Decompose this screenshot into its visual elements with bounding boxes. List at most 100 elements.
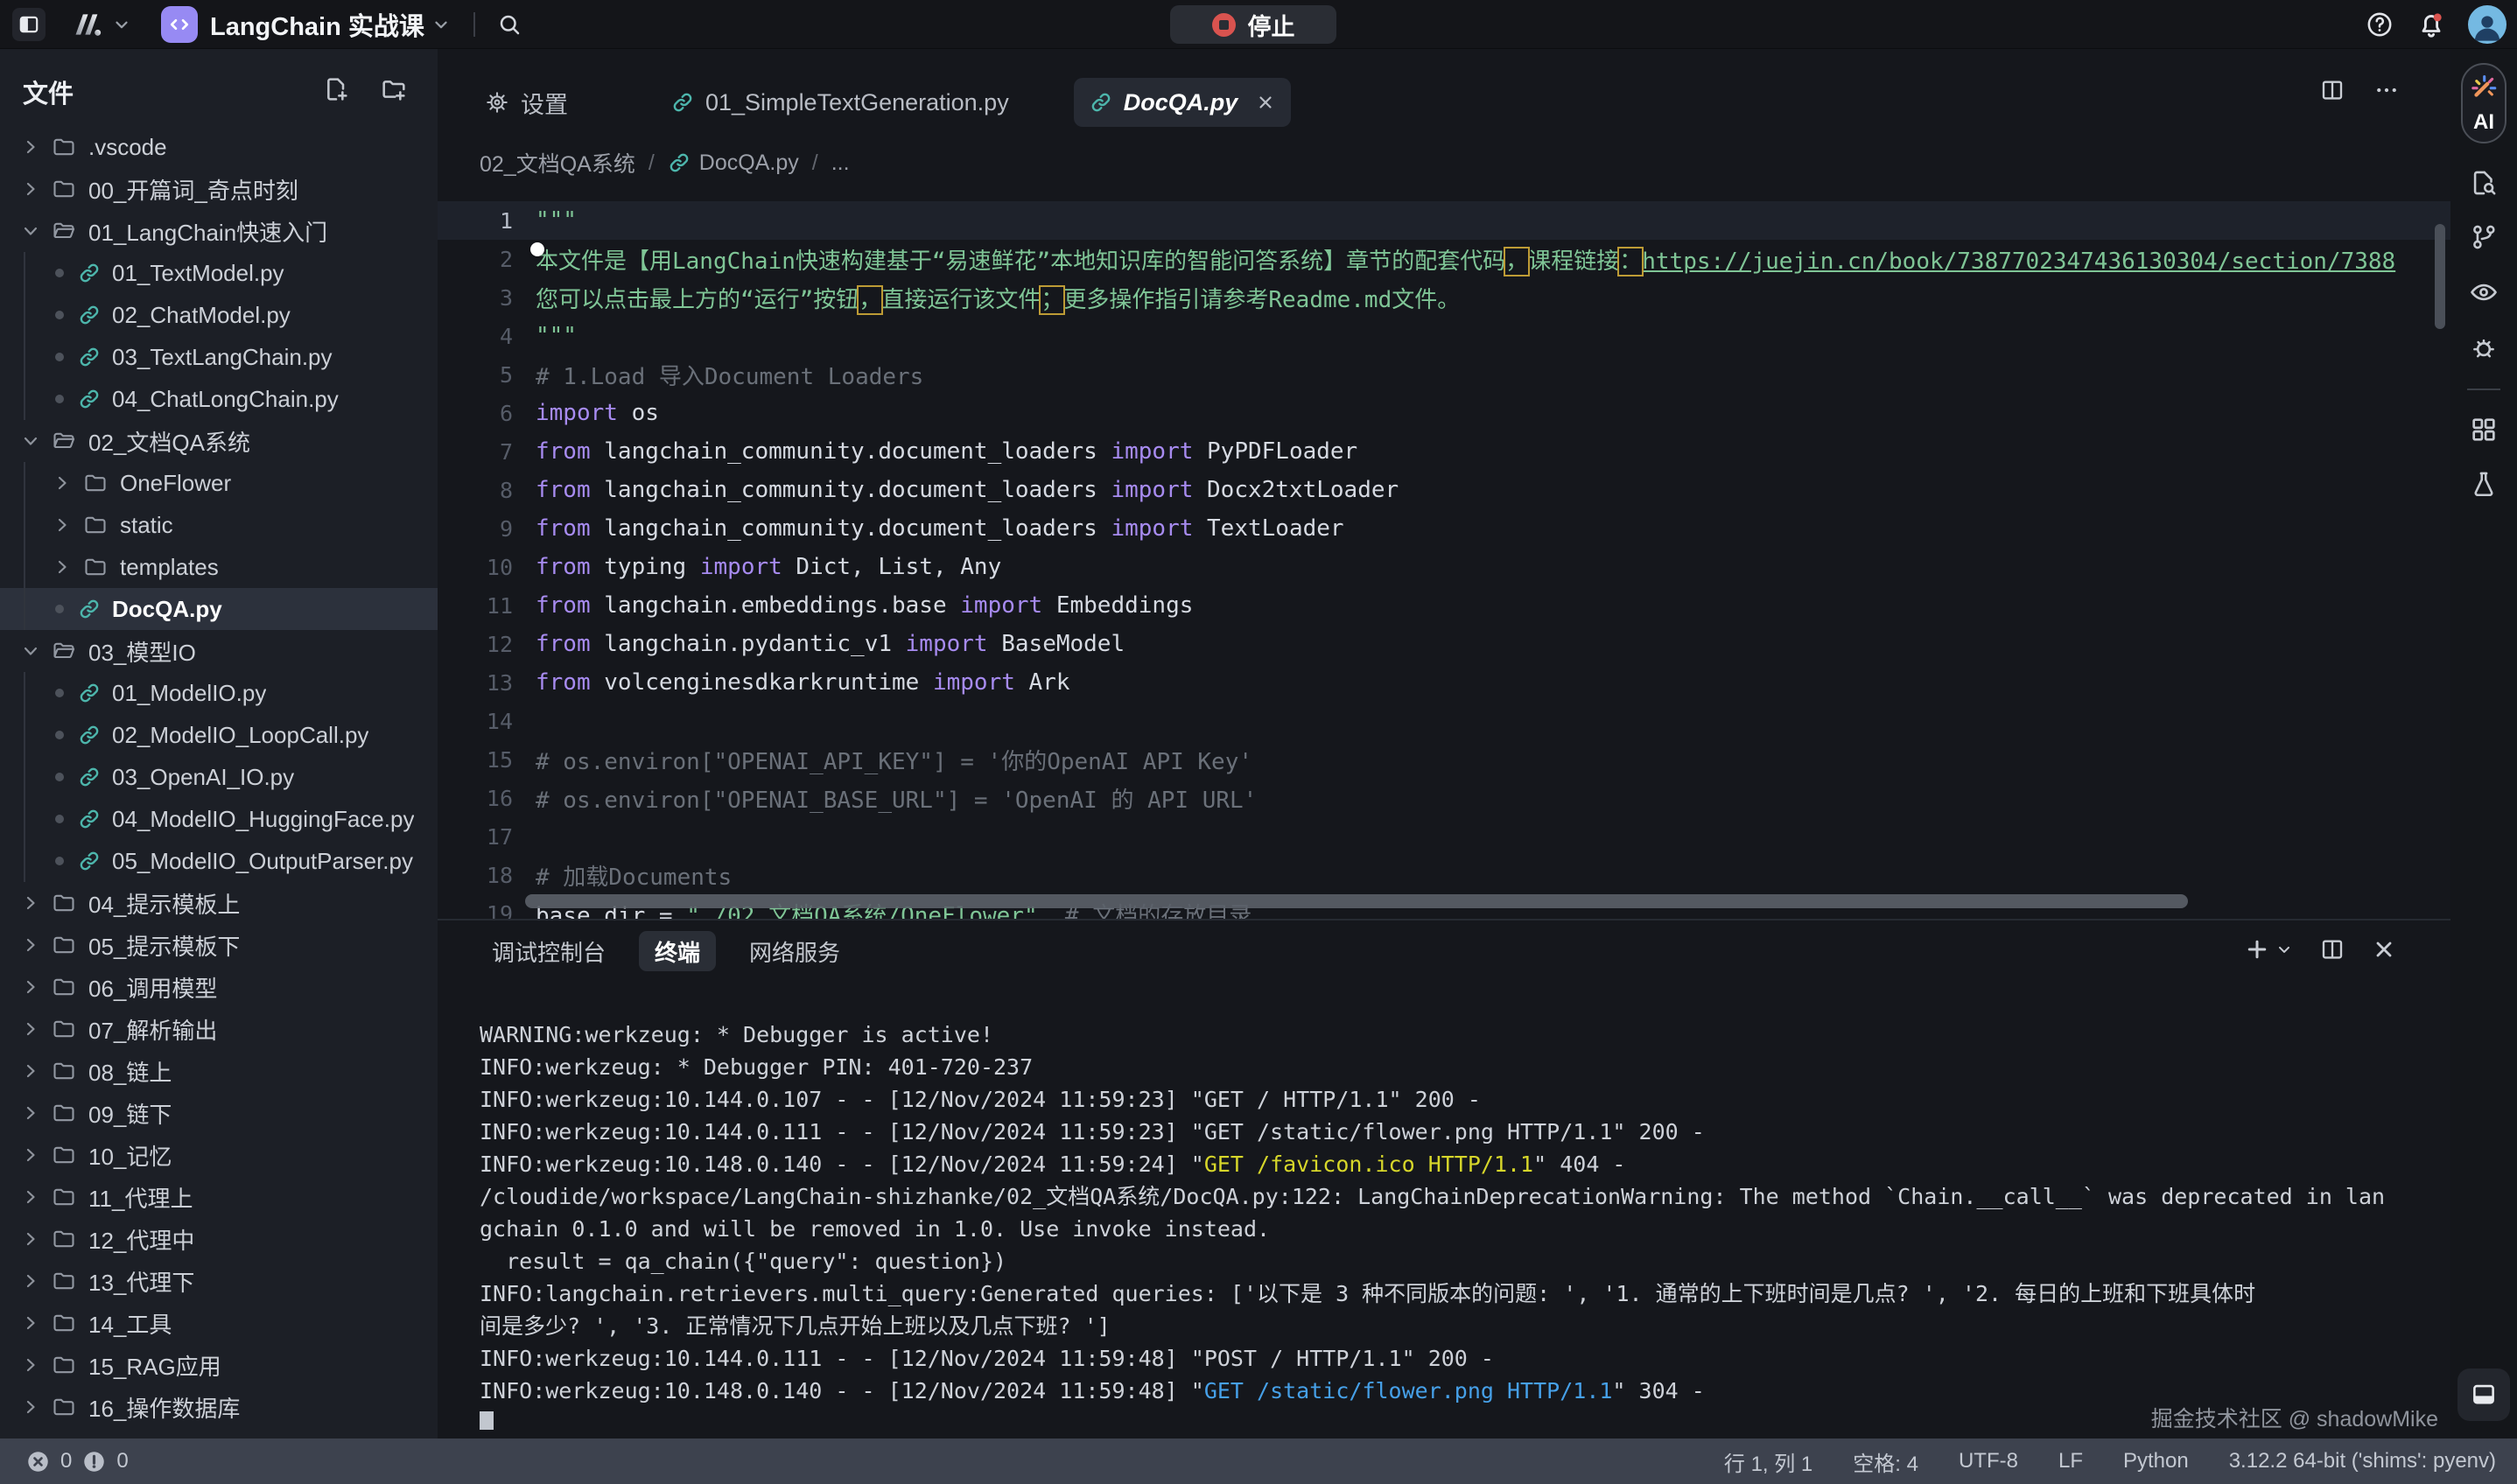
user-avatar[interactable] [2468,5,2506,44]
tree-item[interactable]: templates [0,546,438,588]
tree-item[interactable]: 05_ModelIO_OutputParser.py [0,840,438,882]
tree-item[interactable]: 04_提示模板上 [0,882,438,924]
tree-item[interactable]: static [0,504,438,546]
tree-item[interactable]: 01_TextModel.py [0,252,438,294]
statusbar-item[interactable]: 3.12.2 64-bit ('shims': pyenv) [2229,1449,2496,1474]
notifications-bell-icon[interactable] [2415,9,2447,40]
tree-item[interactable]: 05_提示模板下 [0,924,438,966]
gear-icon [485,90,509,115]
statusbar-item[interactable]: 行 1, 列 1 [1724,1446,1812,1477]
tree-item[interactable]: 04_ChatLongChain.py [0,378,438,420]
split-editor-icon[interactable] [2319,77,2345,103]
file-explorer-sidebar: 文件 .vscode00_开篇词_奇点时刻01_LangChain快速入门01_… [0,49,438,1438]
code-line: 11from langchain.embeddings.base import … [438,586,2450,625]
breadcrumb-item[interactable]: ... [831,150,850,176]
tree-item[interactable]: 01_LangChain快速入门 [0,210,438,252]
tree-item[interactable]: OneFlower [0,462,438,504]
panel-tab[interactable]: 调试控制台 [476,931,621,971]
tree-item[interactable]: 03_模型IO [0,630,438,672]
tree-item[interactable]: 09_链下 [0,1092,438,1134]
stop-button-label: 停止 [1248,8,1295,42]
preview-eye-icon[interactable] [2468,276,2499,308]
breadcrumb-item[interactable]: 02_文档QA系统 [480,147,635,178]
terminal-output[interactable]: WARNING:werkzeug: * Debugger is active!I… [480,1018,2435,1430]
errors-count: 0 [60,1449,72,1474]
tree-item[interactable]: 06_调用模型 [0,966,438,1008]
tree-item[interactable]: .vscode [0,126,438,168]
tree-item[interactable]: DocQA.py [0,588,438,630]
tree-item[interactable]: 13_代理下 [0,1260,438,1302]
new-file-icon[interactable] [322,75,350,103]
editor-region: 设置 01_SimpleTextGeneration.py DocQA.py 02_… [438,49,2450,1438]
workspace-code-icon[interactable] [161,6,198,43]
tree-item[interactable]: 10_记忆 [0,1134,438,1176]
panel-tab[interactable]: 终端 [639,931,716,971]
problems-summary[interactable]: 0 0 [26,1438,129,1484]
split-terminal-icon[interactable] [2319,936,2345,962]
tree-item[interactable]: 02_文档QA系统 [0,420,438,462]
workspace-chevron-down-icon[interactable] [431,15,451,34]
sidebar-toggle-icon[interactable] [12,8,46,41]
git-branch-icon[interactable] [2469,222,2499,252]
help-icon[interactable] [2365,10,2394,39]
tab-label: DocQA.py [1124,89,1238,116]
chevron-right-icon [19,1396,42,1418]
lab-flask-icon[interactable] [2469,469,2499,499]
ai-assistant-button[interactable]: AI [2461,63,2506,144]
git-status-dot [55,605,64,613]
new-terminal-button[interactable] [2244,936,2293,962]
more-actions-icon[interactable] [2373,77,2400,103]
tree-item[interactable]: 14_工具 [0,1302,438,1344]
vertical-scrollbar[interactable] [2435,224,2445,329]
extensions-grid-icon[interactable] [2469,415,2499,444]
tree-item[interactable]: 03_TextLangChain.py [0,336,438,378]
editor-tab[interactable]: 01_SimpleTextGeneration.py [656,78,1025,127]
folder-icon [51,890,77,916]
search-icon[interactable] [496,11,522,38]
python-file-icon [77,766,101,789]
tree-item[interactable]: 08_链上 [0,1050,438,1092]
breadcrumb-item[interactable]: DocQA.py [668,150,799,176]
statusbar-item[interactable]: Python [2123,1449,2189,1474]
line-number: 16 [438,786,513,811]
tree-item[interactable]: 15_RAG应用 [0,1344,438,1386]
toggle-bottom-panel-button[interactable] [2457,1368,2510,1421]
folder-icon [51,1100,77,1126]
tree-item[interactable]: 02_ChatModel.py [0,294,438,336]
tree-item[interactable]: 03_OpenAI_IO.py [0,756,438,798]
tree-item[interactable]: 07_解析输出 [0,1008,438,1050]
statusbar-item[interactable]: 空格: 4 [1853,1446,1918,1477]
statusbar-item[interactable]: LF [2058,1449,2083,1474]
remote-cursor [530,242,544,256]
line-number: 19 [438,901,513,920]
tree-item[interactable]: 02_ModelIO_LoopCall.py [0,714,438,756]
tree-item[interactable]: 11_代理上 [0,1176,438,1218]
product-logo-icon[interactable] [68,6,105,43]
logo-chevron-down-icon[interactable] [112,15,131,34]
workspace-title[interactable]: LangChain 实战课 [210,6,424,43]
tree-item-label: static [120,512,173,539]
debug-bug-icon[interactable] [2469,332,2499,362]
git-status-dot [55,311,64,319]
statusbar-item[interactable]: UTF-8 [1959,1449,2018,1474]
tree-item[interactable]: 16_操作数据库 [0,1386,438,1428]
tab-label: 设置 [521,86,568,120]
panel-tab[interactable]: 网络服务 [733,931,856,971]
editor-tab[interactable]: DocQA.py [1074,78,1292,127]
tree-item[interactable]: 00_开篇词_奇点时刻 [0,168,438,210]
chevron-right-icon [19,1312,42,1334]
close-panel-icon[interactable] [2372,937,2396,962]
horizontal-scrollbar[interactable] [525,894,2188,908]
file-search-icon[interactable] [2469,168,2499,198]
indent-guide [24,672,25,714]
new-folder-icon[interactable] [380,75,408,103]
tree-item[interactable]: 12_代理中 [0,1218,438,1260]
line-number: 6 [438,401,513,426]
tree-item[interactable]: 01_ModelIO.py [0,672,438,714]
stop-button[interactable]: 停止 [1170,5,1336,44]
editor-tab[interactable]: 设置 [469,78,584,127]
line-number: 17 [438,824,513,850]
tree-item[interactable]: 04_ModelIO_HuggingFace.py [0,798,438,840]
code-editor[interactable]: 1"""2本文件是【用LangChain快速构建基于“易速鲜花”本地知识库的智能… [438,189,2450,919]
indent-guide [24,798,25,840]
